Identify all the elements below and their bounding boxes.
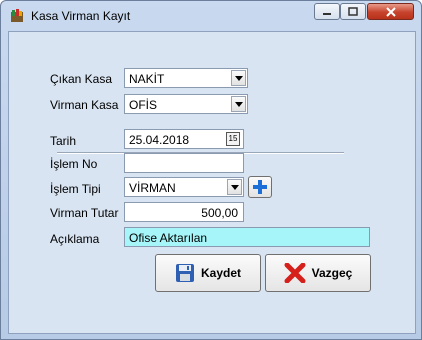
window: Kasa Virman Kayıt Çıkan Kasa NAKİT Virma… [0, 0, 422, 340]
cancel-x-icon [284, 263, 306, 283]
cikan-kasa-label: Çıkan Kasa [50, 72, 113, 86]
islem-tipi-value: VİRMAN [129, 181, 176, 195]
tarih-label: Tarih [50, 134, 77, 148]
calendar-icon[interactable]: 15 [226, 132, 240, 146]
virman-tutar-value: 500,00 [201, 206, 238, 220]
tarih-value: 25.04.2018 [129, 133, 190, 147]
cikan-kasa-combo[interactable]: NAKİT [124, 68, 248, 88]
chevron-down-icon[interactable] [231, 70, 246, 86]
app-icon [9, 8, 25, 24]
islem-tipi-combo[interactable]: VİRMAN [124, 177, 244, 197]
cancel-button[interactable]: Vazgeç [265, 254, 371, 292]
virman-kasa-value: OFİS [129, 98, 158, 112]
form-panel: Çıkan Kasa NAKİT Virman Kasa OFİS Tarih … [8, 31, 416, 334]
plus-icon [253, 180, 267, 194]
title-bar[interactable]: Kasa Virman Kayıt [1, 1, 421, 31]
add-islem-tipi-button[interactable] [248, 176, 272, 198]
maximize-button[interactable] [340, 3, 366, 20]
chevron-down-icon[interactable] [231, 96, 246, 112]
save-icon [175, 264, 194, 282]
islem-tipi-label: İşlem Tipi [50, 182, 101, 196]
minimize-icon [323, 12, 331, 15]
save-button[interactable]: Kaydet [155, 254, 261, 292]
tarih-date-field[interactable]: 25.04.2018 15 [124, 129, 244, 149]
virman-tutar-field[interactable]: 500,00 [124, 202, 244, 222]
maximize-icon [348, 7, 358, 16]
window-title: Kasa Virman Kayıt [31, 9, 131, 23]
aciklama-value: Ofise Aktarılan [129, 231, 208, 245]
islem-no-label: İşlem No [50, 157, 98, 171]
virman-kasa-combo[interactable]: OFİS [124, 94, 248, 114]
cikan-kasa-value: NAKİT [129, 72, 165, 86]
cancel-button-label: Vazgeç [311, 266, 353, 280]
minimize-button[interactable] [314, 3, 340, 20]
close-button[interactable] [367, 3, 414, 20]
islem-no-field[interactable] [124, 153, 244, 173]
chevron-down-icon[interactable] [227, 179, 242, 195]
save-button-label: Kaydet [200, 266, 241, 280]
aciklama-label: Açıklama [50, 232, 100, 246]
virman-tutar-label: Virman Tutar [50, 206, 119, 220]
virman-kasa-label: Virman Kasa [50, 98, 119, 112]
close-icon [385, 6, 396, 17]
calendar-icon-number: 15 [228, 134, 238, 143]
aciklama-field[interactable]: Ofise Aktarılan [124, 227, 370, 247]
